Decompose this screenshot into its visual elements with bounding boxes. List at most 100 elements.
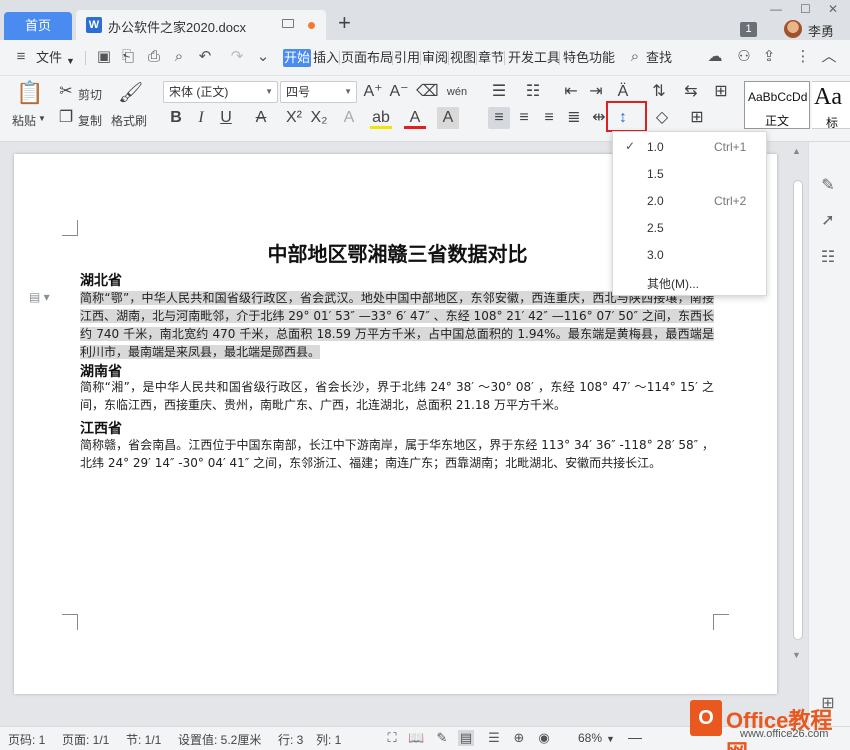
paste-icon[interactable]: 📋 — [16, 82, 43, 104]
highlight-icon[interactable]: ab — [370, 107, 392, 129]
copy-button[interactable]: 复制 — [78, 112, 102, 129]
hamburger-menu-icon[interactable]: ≡ — [12, 48, 30, 66]
line-spacing-option-3-0[interactable]: 3.0 — [613, 242, 766, 268]
tab-view[interactable]: 视图 — [450, 50, 476, 66]
tab-review[interactable]: 审阅 — [422, 50, 448, 66]
outline-view-icon[interactable]: ☰ — [486, 730, 502, 746]
cut-button[interactable]: 剪切 — [78, 86, 102, 103]
tab-start[interactable]: 开始 — [283, 49, 311, 67]
line-spacing-option-1-0[interactable]: ✓ 1.0 Ctrl+1 — [613, 134, 766, 160]
format-painter-icon[interactable]: 🖌 — [118, 82, 143, 104]
align-left-icon[interactable]: ≡ — [488, 107, 510, 129]
border-icon[interactable]: ⊞ — [686, 107, 708, 129]
clear-format-icon[interactable]: ⌫ — [416, 81, 439, 103]
section-body[interactable]: 简称“湘”，是中华人民共和国省级行政区，省会长沙，界于北纬 24° 38′ ～3… — [80, 378, 714, 414]
chevron-down-icon[interactable]: ▼ — [66, 53, 75, 69]
tab-page-layout[interactable]: 页面布局 — [341, 50, 393, 66]
status-col[interactable]: 列: 1 — [316, 731, 341, 748]
justify-icon[interactable]: ≣ — [563, 107, 585, 129]
pen-icon[interactable]: ✎ — [434, 730, 450, 746]
status-setting[interactable]: 设置值: 5.2厘米 — [178, 731, 261, 748]
line-spacing-option-other[interactable]: 其他(M)... — [613, 269, 766, 295]
unsaved-dot-icon[interactable] — [308, 22, 315, 29]
eye-protect-icon[interactable]: ◉ — [536, 730, 552, 746]
avatar[interactable] — [784, 20, 802, 38]
maximize-icon[interactable]: ☐ — [800, 2, 811, 16]
scissors-icon[interactable]: ✂ — [55, 81, 77, 103]
text-effect-icon[interactable]: A — [338, 107, 360, 129]
numbered-list-icon[interactable]: ☷ — [522, 81, 544, 103]
web-view-icon[interactable]: ⊕ — [511, 730, 527, 746]
tab-references[interactable]: 引用 — [394, 50, 420, 66]
section-body[interactable]: 简称赣，省会南昌。江西位于中国东南部，长江中下游南岸，属于华东地区，界于东经 1… — [80, 436, 714, 472]
decrease-font-icon[interactable]: A⁻ — [388, 81, 410, 103]
subscript-icon[interactable]: X₂ — [308, 107, 330, 129]
tab-insert[interactable]: 插入 — [313, 50, 339, 66]
chevron-down-icon[interactable]: ▼ — [606, 734, 615, 744]
section-heading[interactable]: 湖北省 — [80, 270, 122, 290]
section-body-selected[interactable]: 简称“鄂”，中华人民共和国省级行政区，省会武汉。地处中国中部地区，东邻安徽，西连… — [80, 289, 714, 361]
home-tab[interactable]: 首页 — [4, 12, 72, 40]
decrease-indent-icon[interactable]: ⇤ — [560, 81, 582, 103]
file-menu[interactable]: 文件 — [36, 50, 62, 66]
more-icon[interactable]: ⋮ — [794, 48, 812, 66]
format-painter-button[interactable]: 格式刷 — [111, 112, 147, 129]
show-marks-icon[interactable]: ⇆ — [680, 81, 702, 103]
char-shading-icon[interactable]: A — [437, 107, 459, 129]
chevron-down-icon[interactable]: ▼ — [38, 114, 46, 123]
undo-icon[interactable]: ↶ — [196, 48, 214, 66]
superscript-icon[interactable]: X² — [283, 107, 305, 129]
zoom-out-icon[interactable]: — — [628, 729, 642, 745]
chinese-layout-icon[interactable]: Ä — [612, 81, 634, 103]
cursor-select-icon[interactable]: ➚ — [818, 211, 838, 231]
new-tab-button[interactable]: + — [338, 10, 351, 36]
bold-icon[interactable]: B — [165, 107, 187, 129]
increase-indent-icon[interactable]: ⇥ — [585, 81, 607, 103]
quick-access-more-icon[interactable]: ⌄ — [254, 48, 272, 66]
line-spacing-option-1-5[interactable]: 1.5 — [613, 161, 766, 187]
monitor-icon[interactable] — [282, 19, 294, 28]
increase-font-icon[interactable]: A⁺ — [362, 81, 384, 103]
status-section[interactable]: 节: 1/1 — [126, 731, 161, 748]
window-count-badge[interactable]: 1 — [740, 22, 757, 37]
status-row[interactable]: 行: 3 — [278, 731, 303, 748]
tab-special[interactable]: 特色功能 — [563, 50, 615, 66]
fullscreen-icon[interactable]: ⛶ — [384, 730, 400, 746]
redo-icon[interactable]: ↷ — [228, 48, 246, 66]
tab-chapter[interactable]: 章节 — [478, 50, 504, 66]
bullet-list-icon[interactable]: ☰ — [488, 81, 510, 103]
align-right-icon[interactable]: ≡ — [538, 107, 560, 129]
search-icon[interactable]: ⌕ — [626, 48, 644, 66]
adjust-icon[interactable]: ☷ — [818, 248, 838, 268]
scroll-up-icon[interactable]: ▲ — [792, 146, 801, 156]
reading-view-icon[interactable]: 📖 — [408, 730, 424, 746]
copy-icon[interactable]: ❐ — [55, 107, 77, 129]
scrollbar-thumb[interactable] — [793, 180, 803, 640]
collaborate-icon[interactable]: ⚇ — [735, 48, 753, 66]
user-name[interactable]: 李勇 — [808, 21, 834, 40]
collapse-ribbon-icon[interactable]: ︿ — [820, 48, 838, 66]
sort-icon[interactable]: ⇅ — [648, 81, 670, 103]
paste-button[interactable]: 粘贴 — [12, 112, 36, 129]
print-preview-icon[interactable]: ⌕ — [170, 48, 188, 66]
page-view-icon[interactable]: ▤ — [458, 730, 474, 746]
shading-icon[interactable]: ◇ — [651, 107, 673, 129]
paragraph-layout-icon[interactable]: ▤ ▾ — [29, 290, 50, 304]
share-icon[interactable]: ⇪ — [760, 48, 778, 66]
document-tab[interactable]: W 办公软件之家2020.docx — [76, 10, 326, 40]
section-heading[interactable]: 江西省 — [80, 418, 122, 438]
export-icon[interactable]: ⎗ — [119, 48, 137, 66]
style-normal-card[interactable]: AaBbCcDd 正文 — [744, 81, 810, 129]
font-color-icon[interactable]: A — [404, 107, 426, 129]
phonetic-guide-icon[interactable]: wén — [446, 81, 468, 103]
strikethrough-icon[interactable]: A — [250, 107, 272, 129]
underline-icon[interactable]: U — [215, 107, 237, 129]
table-icon[interactable]: ⊞ — [710, 81, 732, 103]
style-heading-card[interactable]: Aa 标 — [812, 81, 850, 129]
status-pages[interactable]: 页面: 1/1 — [62, 731, 109, 748]
line-spacing-option-2-5[interactable]: 2.5 — [613, 215, 766, 241]
italic-icon[interactable]: I — [190, 107, 212, 129]
print-icon[interactable]: ⎙ — [145, 48, 163, 66]
status-page[interactable]: 页码: 1 — [8, 731, 45, 748]
close-icon[interactable]: ✕ — [828, 2, 838, 16]
